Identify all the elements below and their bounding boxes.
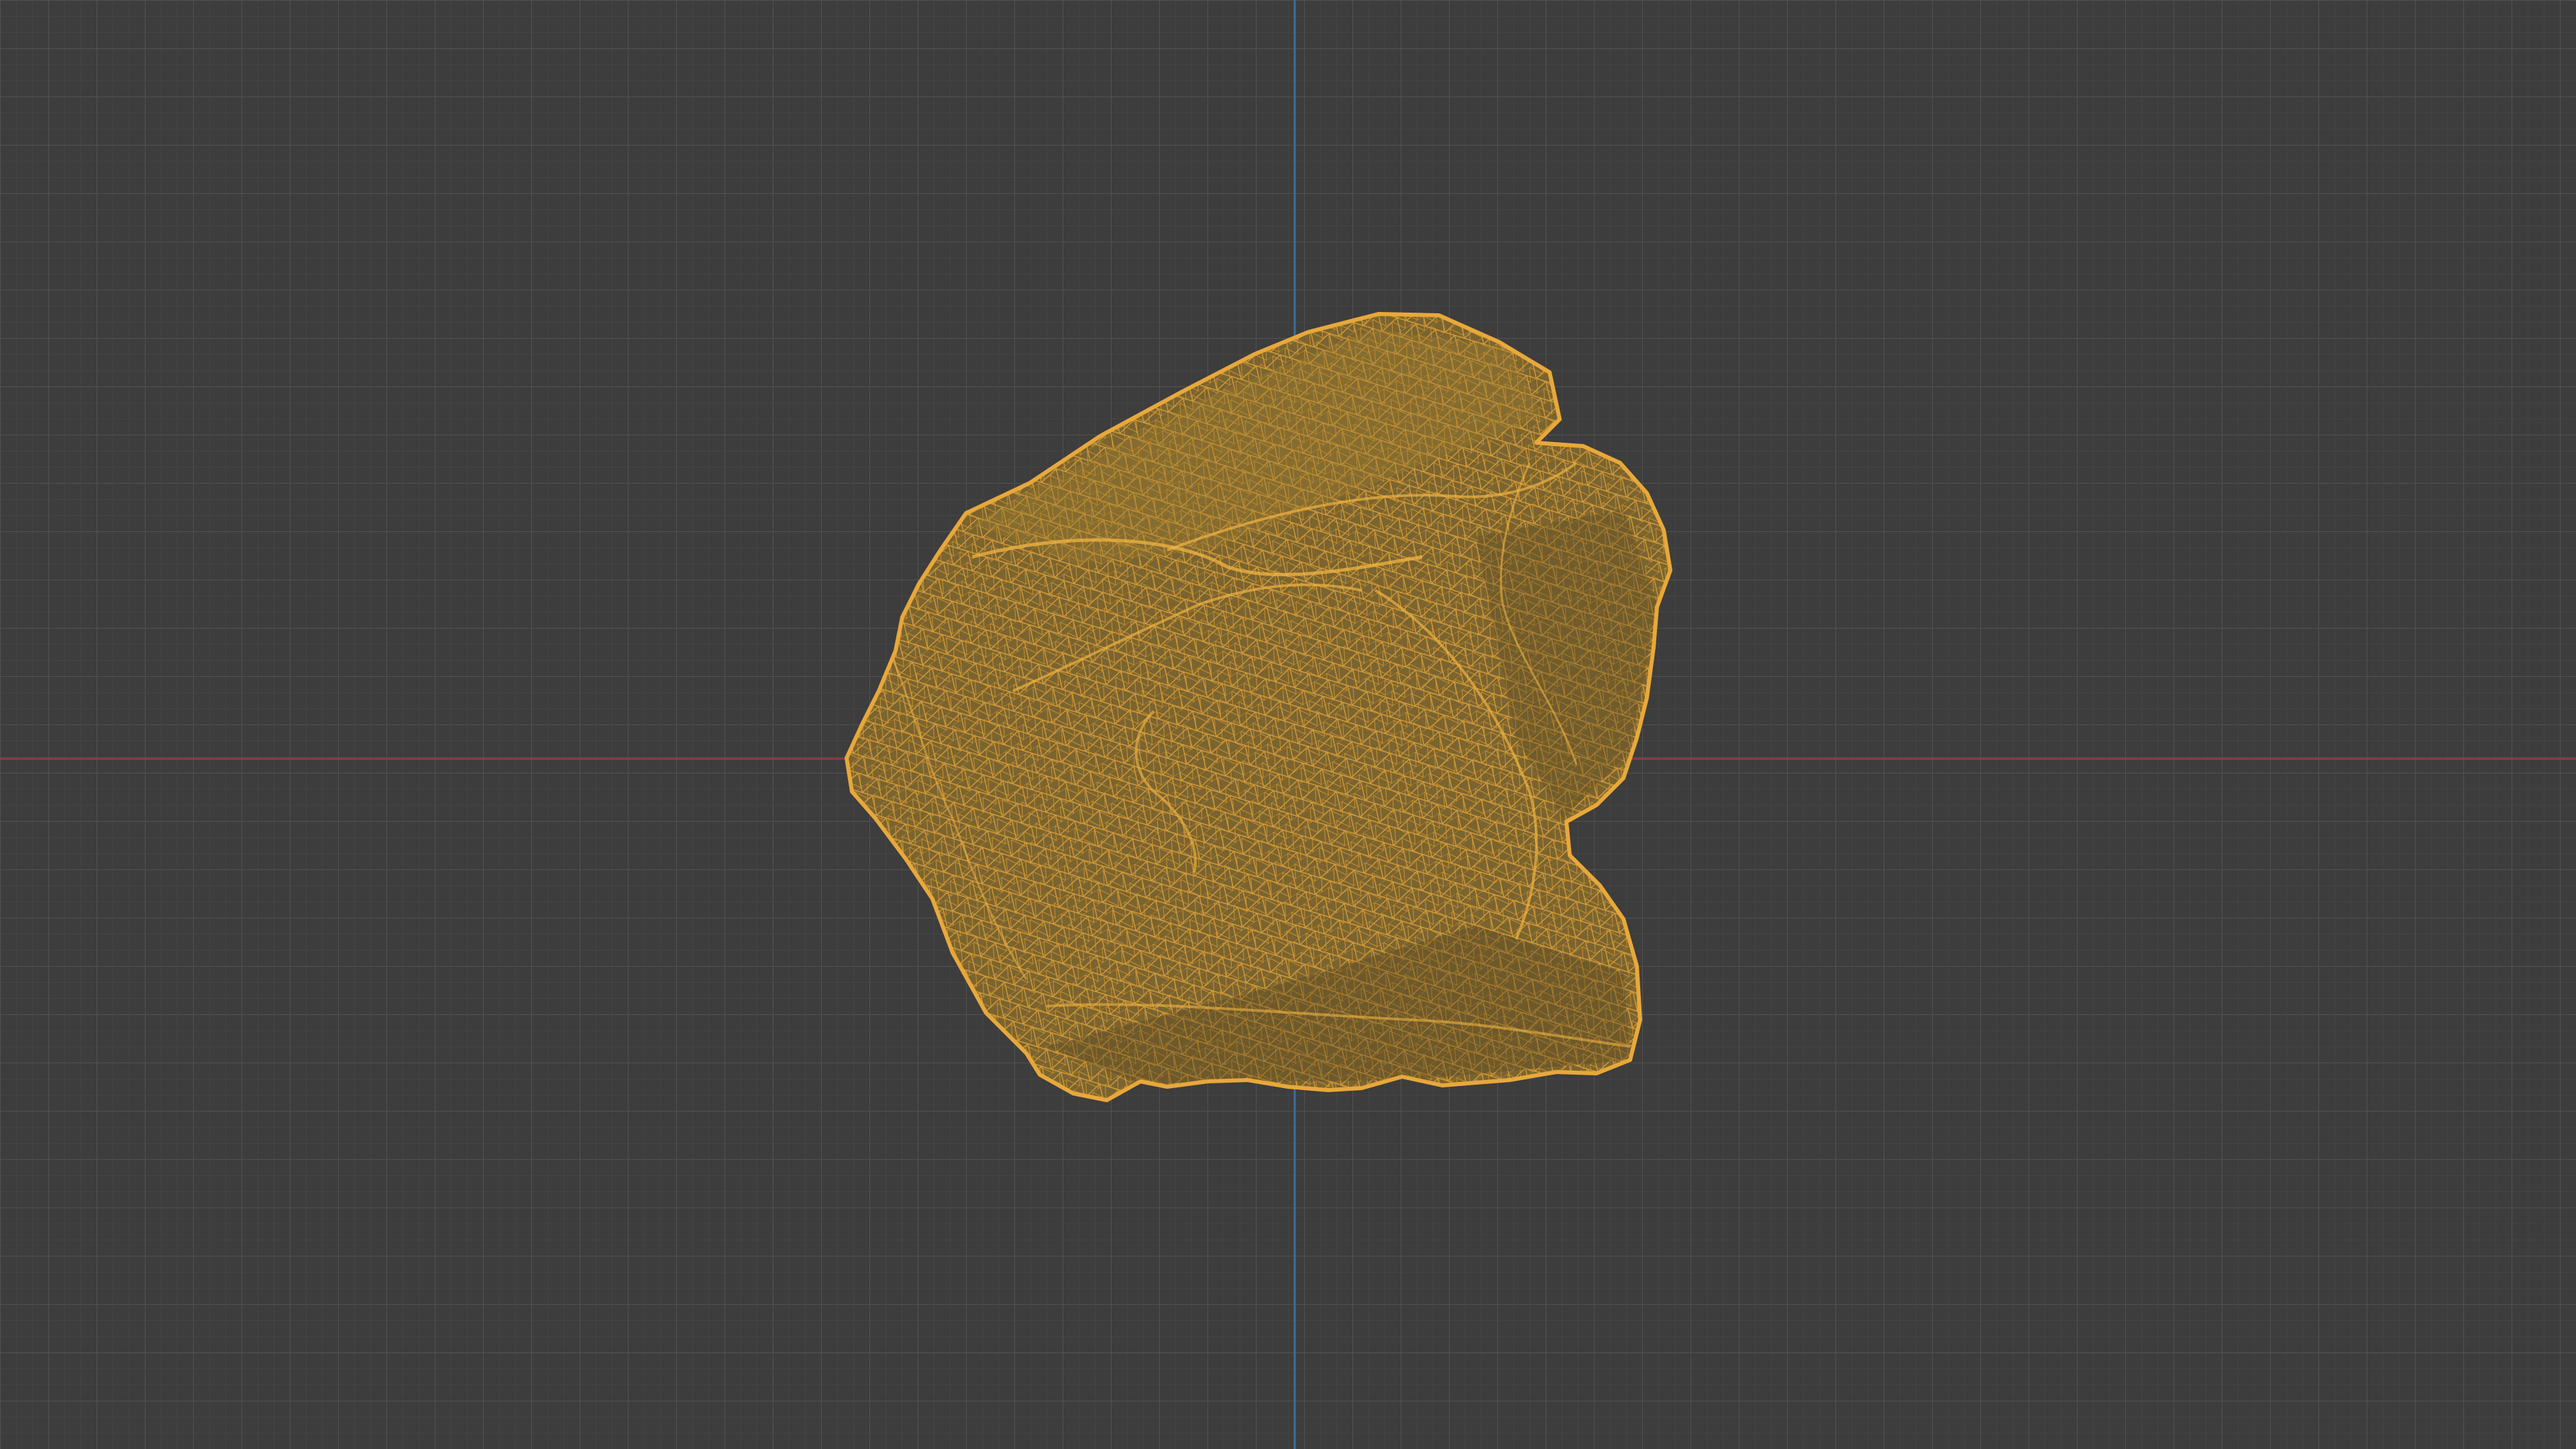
3d-viewport[interactable] xyxy=(0,0,2576,1449)
viewport-canvas[interactable] xyxy=(0,0,2576,1449)
